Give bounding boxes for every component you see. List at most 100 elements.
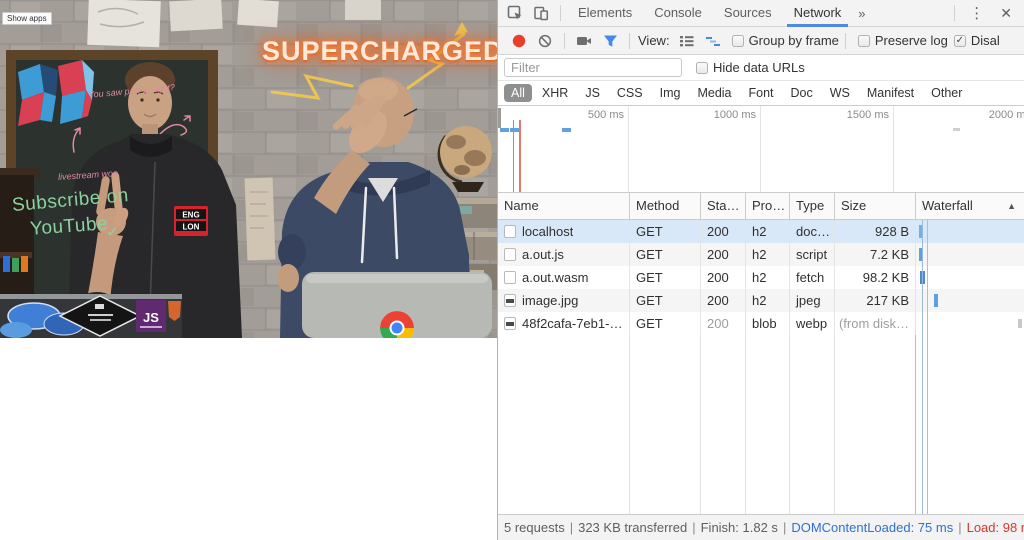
device-toolbar-icon[interactable]	[531, 4, 551, 22]
requests-table: Name Method Sta… Pro… Type Size Waterfal…	[498, 193, 1024, 514]
hoodie-patch-line2: LON	[183, 223, 200, 232]
clear-icon[interactable]	[536, 33, 554, 49]
network-summary-bar: 5 requests | 323 KB transferred | Finish…	[498, 514, 1024, 540]
load-event-line	[927, 220, 928, 514]
devtools-menu-icon[interactable]: ⋮	[961, 4, 992, 22]
tick-2000ms: 2000 ms	[953, 109, 1024, 121]
disable-cache-label: Disal	[971, 33, 1000, 48]
overview-request-bar	[562, 128, 571, 132]
screenshot-stage: ENG LON	[0, 0, 1024, 540]
more-tabs-icon[interactable]: »	[852, 6, 871, 21]
gridline	[893, 106, 894, 192]
column-divider	[789, 335, 790, 514]
type-filter-js[interactable]: JS	[578, 84, 607, 102]
type-filter-bar: All XHR JS CSS Img Media Font Doc WS Man…	[498, 81, 1024, 106]
filter-icon[interactable]	[601, 33, 619, 49]
table-row-image-jpg[interactable]: image.jpg GET 200 h2 jpeg 217 KB	[498, 289, 1024, 312]
column-header-name[interactable]: Name	[498, 193, 630, 219]
table-header-row: Name Method Sta… Pro… Type Size Waterfal…	[498, 193, 1024, 220]
image-file-icon	[504, 317, 516, 330]
column-header-status[interactable]: Sta…	[701, 193, 746, 219]
sort-indicator-icon: ▲	[1007, 193, 1016, 219]
video-still: ENG LON	[0, 0, 497, 338]
js-sticker-label: JS	[143, 310, 159, 325]
column-header-method[interactable]: Method	[630, 193, 701, 219]
group-by-frame-label: Group by frame	[749, 33, 839, 48]
network-overview-timeline[interactable]: 500 ms 1000 ms 1500 ms 2000 ms	[498, 106, 1024, 193]
requests-count: 5 requests	[504, 520, 565, 535]
tick-500ms: 500 ms	[548, 109, 624, 121]
close-devtools-icon[interactable]: ✕	[992, 5, 1020, 22]
summary-separator: |	[692, 520, 695, 535]
chalk-subscribe-check: ✓	[106, 222, 120, 242]
load-time: Load: 98 ms	[967, 520, 1024, 535]
tab-elements[interactable]: Elements	[567, 0, 643, 27]
column-header-protocol[interactable]: Pro…	[746, 193, 790, 219]
group-by-frame-checkbox[interactable]	[732, 35, 744, 47]
column-header-waterfall[interactable]: Waterfall ▲	[916, 193, 1024, 219]
column-header-size[interactable]: Size	[835, 193, 916, 219]
table-row-a-out-wasm[interactable]: a.out.wasm GET 200 h2 fetch 98.2 KB	[498, 266, 1024, 289]
waterfall-bar	[1018, 319, 1022, 328]
overview-request-bar	[953, 128, 960, 131]
column-divider	[834, 335, 835, 514]
type-filter-img[interactable]: Img	[653, 84, 688, 102]
type-filter-xhr[interactable]: XHR	[535, 84, 575, 102]
preserve-log-label: Preserve log	[875, 33, 948, 48]
tick-1000ms: 1000 ms	[680, 109, 756, 121]
summary-separator: |	[958, 520, 961, 535]
load-event-line	[519, 120, 521, 192]
inspect-element-icon[interactable]	[505, 4, 525, 22]
summary-separator: |	[783, 520, 786, 535]
tab-network[interactable]: Network	[783, 0, 853, 27]
filter-input[interactable]	[504, 58, 682, 77]
type-filter-font[interactable]: Font	[742, 84, 781, 102]
finish-time: Finish: 1.82 s	[701, 520, 778, 535]
divider	[954, 5, 955, 21]
type-filter-css[interactable]: CSS	[610, 84, 650, 102]
overview-resize-handle[interactable]	[498, 108, 501, 128]
tab-sources[interactable]: Sources	[713, 0, 783, 27]
capture-screenshots-icon[interactable]	[575, 33, 593, 49]
transferred-size: 323 KB transferred	[578, 520, 687, 535]
list-view-icon[interactable]	[678, 33, 696, 49]
waterfall-bar	[934, 294, 938, 307]
document-file-icon	[504, 271, 516, 284]
type-filter-doc[interactable]: Doc	[784, 84, 820, 102]
network-toolbar: View: Group by frame	[498, 27, 1024, 55]
gridline	[628, 106, 629, 192]
column-divider	[915, 335, 916, 514]
hide-data-urls-checkbox[interactable]	[696, 62, 708, 74]
divider	[629, 33, 630, 49]
preserve-log-checkbox[interactable]	[858, 35, 870, 47]
gridline	[760, 106, 761, 192]
disable-cache-checkbox[interactable]: ✓	[954, 35, 966, 47]
type-filter-ws[interactable]: WS	[823, 84, 857, 102]
dcl-event-line	[922, 220, 923, 514]
devtools-tab-bar: Elements Console Sources Network » ⋮ ✕	[498, 0, 1024, 27]
document-file-icon	[504, 225, 516, 238]
hoodie-patch-line1: ENG	[182, 211, 199, 220]
overview-request-bar	[500, 128, 509, 132]
divider	[564, 33, 565, 49]
hide-data-urls-label: Hide data URLs	[713, 60, 805, 75]
type-filter-other[interactable]: Other	[924, 84, 969, 102]
type-filter-all[interactable]: All	[504, 84, 532, 102]
domcontentloaded-time: DOMContentLoaded: 75 ms	[791, 520, 953, 535]
document-file-icon	[504, 248, 516, 261]
table-row-a-out-js[interactable]: a.out.js GET 200 h2 script 7.2 KB	[498, 243, 1024, 266]
divider	[845, 33, 846, 49]
record-icon[interactable]	[510, 33, 528, 49]
divider	[560, 5, 561, 21]
filter-row: Hide data URLs	[498, 55, 1024, 81]
table-row-blob-webp[interactable]: 48f2cafa-7eb1-… GET 200 blob webp (from …	[498, 312, 1024, 335]
column-divider	[700, 335, 701, 514]
overview-view-icon[interactable]	[704, 33, 722, 49]
tab-console[interactable]: Console	[643, 0, 713, 27]
type-filter-manifest[interactable]: Manifest	[860, 84, 921, 102]
column-header-type[interactable]: Type	[790, 193, 835, 219]
tick-1500ms: 1500 ms	[813, 109, 889, 121]
type-filter-media[interactable]: Media	[690, 84, 738, 102]
table-row-localhost[interactable]: localhost GET 200 h2 doc… 928 B	[498, 220, 1024, 243]
image-file-icon	[504, 294, 516, 307]
